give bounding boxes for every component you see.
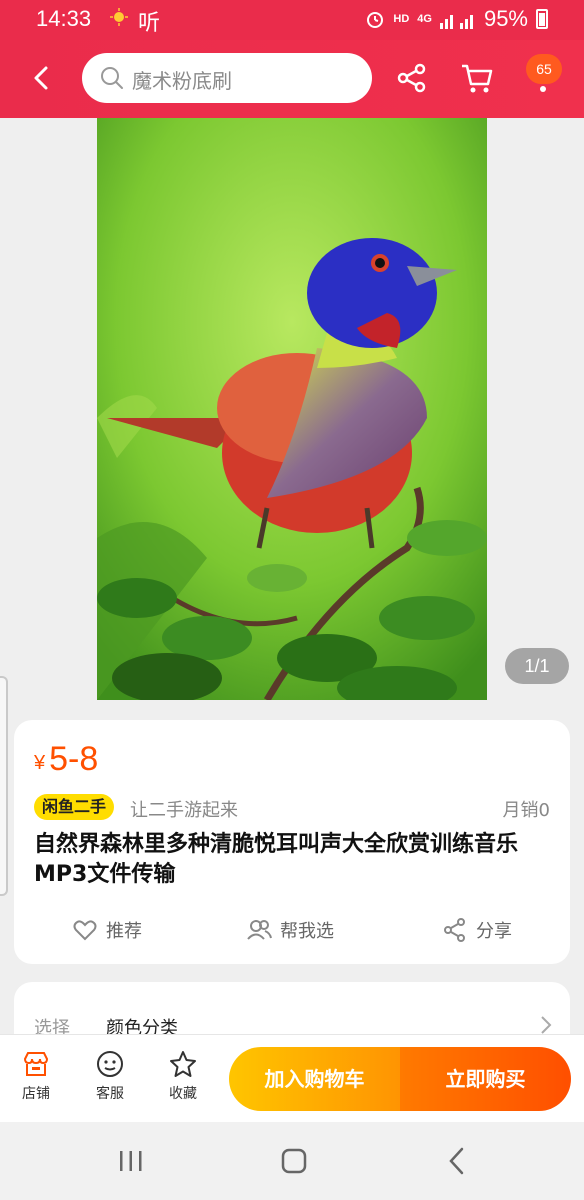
- side-handle[interactable]: [0, 676, 8, 896]
- tag-slogan: 让二手游起来: [130, 800, 238, 821]
- bottom-action-bar: 店铺 客服 收藏 加入购物车 立即购买: [0, 1034, 584, 1123]
- search-placeholder: 魔术粉底刷: [132, 69, 232, 93]
- status-bar: 14:33 听 HD 4G 95%: [0, 0, 584, 40]
- system-nav-bar: [0, 1122, 584, 1200]
- network-4g: 4G: [417, 13, 432, 25]
- recent-apps-icon[interactable]: [118, 1148, 144, 1174]
- top-header: 魔术粉底刷 65: [0, 40, 584, 118]
- buy-now-button[interactable]: 立即购买: [400, 1047, 571, 1111]
- back-arrow-icon[interactable]: [24, 60, 60, 96]
- sun-icon: [110, 8, 128, 26]
- store-icon: [23, 1052, 49, 1076]
- recommend-label: 推荐: [106, 921, 142, 942]
- search-input[interactable]: 魔术粉底刷: [82, 53, 372, 103]
- price-currency: ¥: [34, 752, 46, 774]
- help-choose-label: 帮我选: [280, 921, 334, 942]
- product-card: ¥5-8 闲鱼二手 让二手游起来 月销0 自然界森林里多种清脆悦耳叫声大全欣赏训…: [14, 720, 570, 964]
- star-icon: [170, 1051, 196, 1077]
- status-time: 14:33: [36, 6, 92, 31]
- nav-back-icon[interactable]: [446, 1146, 468, 1176]
- xianyu-tag: 闲鱼二手: [34, 794, 115, 820]
- network-hd: HD: [393, 13, 410, 25]
- help-choose-button[interactable]: 帮我选: [246, 910, 334, 950]
- cart-badge[interactable]: 65: [526, 54, 562, 84]
- product-title: 自然界森林里多种清脆悦耳叫声大全欣赏训练音乐MP3文件传输: [34, 832, 519, 887]
- service-label: 客服: [96, 1086, 124, 1102]
- action-row: 推荐 帮我选 分享: [14, 910, 570, 950]
- shop-button[interactable]: 店铺: [8, 1049, 64, 1103]
- service-button[interactable]: 客服: [82, 1049, 138, 1103]
- favorite-label: 收藏: [169, 1086, 197, 1102]
- more-icon[interactable]: [540, 86, 546, 92]
- battery-text: 95%: [483, 6, 528, 31]
- shop-label: 店铺: [22, 1086, 50, 1102]
- search-icon: [101, 67, 123, 89]
- battery-icon: [536, 9, 548, 29]
- share-button[interactable]: 分享: [442, 910, 512, 950]
- product-image[interactable]: [97, 118, 487, 700]
- favorite-button[interactable]: 收藏: [155, 1049, 211, 1103]
- share-icon[interactable]: [396, 62, 428, 94]
- home-icon[interactable]: [281, 1148, 307, 1174]
- share-label: 分享: [476, 921, 512, 942]
- alarm-icon: [367, 12, 384, 28]
- price: ¥5-8: [34, 740, 98, 779]
- people-icon: [247, 920, 272, 940]
- customer-service-icon: [97, 1051, 123, 1077]
- status-extra: 听: [138, 11, 161, 36]
- recommend-button[interactable]: 推荐: [72, 910, 142, 950]
- image-counter: 1/1: [505, 648, 569, 684]
- status-right: HD 4G 95%: [365, 6, 548, 32]
- price-value: 5-8: [49, 740, 99, 778]
- cart-icon[interactable]: [460, 62, 494, 94]
- share-small-icon: [444, 918, 465, 942]
- monthly-sales: 月销0: [502, 800, 550, 821]
- add-to-cart-button[interactable]: 加入购物车: [229, 1047, 400, 1111]
- signal-icon: [439, 15, 473, 29]
- heart-icon: [73, 920, 97, 941]
- chevron-right-icon: [541, 1016, 552, 1034]
